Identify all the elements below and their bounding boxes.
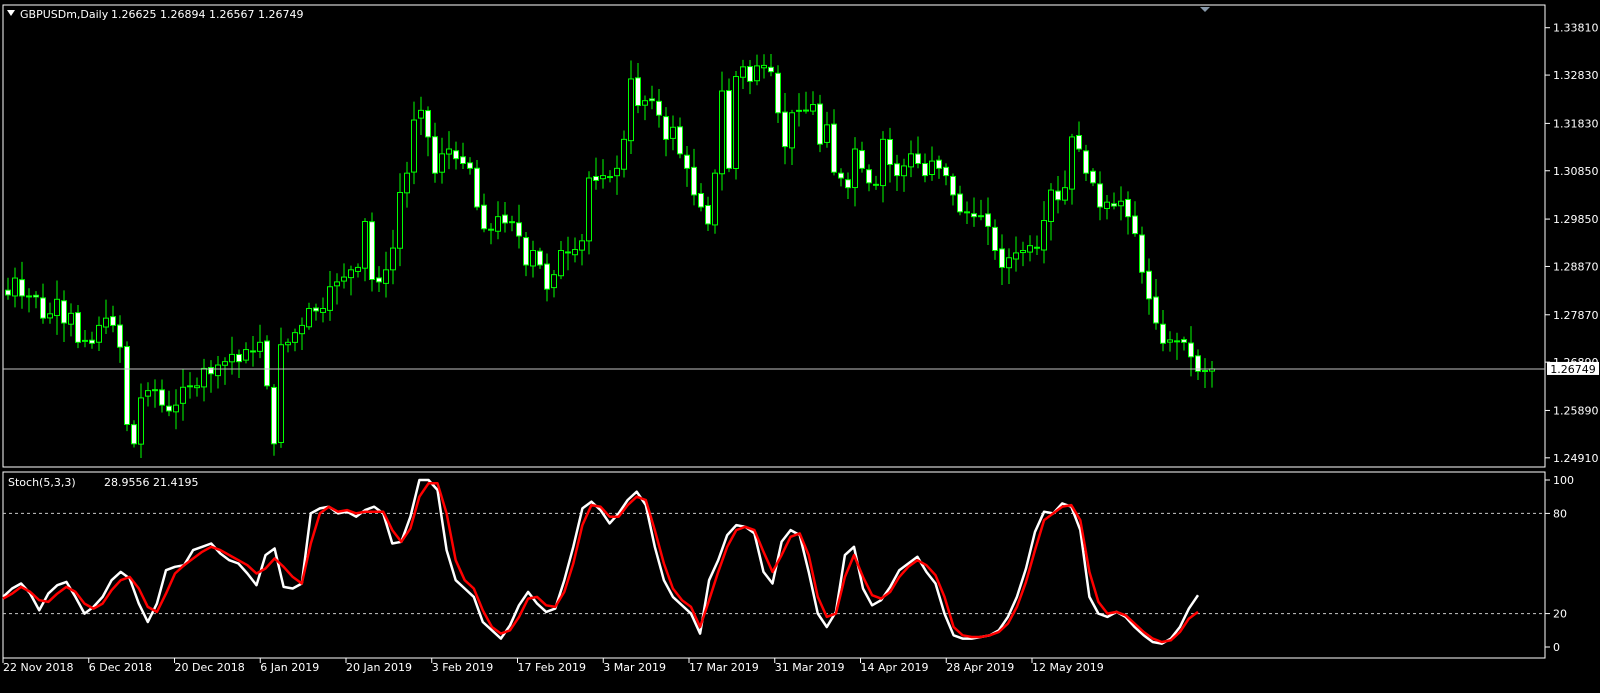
time-tick-label: 20 Jan 2019 [346,661,412,674]
price-tick-label: 1.32830 [1553,69,1599,82]
time-tick-label: 28 Apr 2019 [946,661,1014,674]
time-tick-label: 12 May 2019 [1032,661,1104,674]
candle [712,169,718,234]
stochastic-tick-label: 20 [1553,608,1567,621]
price-tick-label: 1.31830 [1553,117,1599,130]
time-tick-label: 17 Mar 2019 [689,661,759,674]
price-tick-label: 1.28870 [1553,260,1599,273]
price-tick-label: 1.25890 [1553,404,1599,417]
time-tick-label: 22 Nov 2018 [3,661,73,674]
time-tick-label: 14 Apr 2019 [861,661,929,674]
stochastic-tick-label: 80 [1553,507,1567,520]
time-tick-label: 20 Dec 2018 [175,661,245,674]
symbol-title: GBPUSDm,Daily [20,8,109,21]
ohlc-readout: 1.26625 1.26894 1.26567 1.26749 [111,8,303,21]
price-tick-label: 1.29850 [1553,213,1599,226]
time-tick-label: 31 Mar 2019 [775,661,845,674]
stochastic-readout: 28.9556 21.4195 [104,476,198,489]
time-tick-label: 17 Feb 2019 [518,661,586,674]
candle [278,327,284,448]
time-tick-label: 3 Mar 2019 [603,661,666,674]
stochastic-tick-label: 100 [1553,474,1574,487]
price-tick-label: 1.24910 [1553,452,1599,465]
price-tick-label: 1.27870 [1553,309,1599,322]
price-tick-label: 1.30850 [1553,165,1599,178]
candle [733,70,739,180]
time-tick-label: 6 Jan 2019 [260,661,319,674]
current-price-label: 1.26749 [1550,363,1596,376]
time-tick-label: 3 Feb 2019 [432,661,493,674]
chart-window: 1.33810 1.32830 1.31830 1.30850 1.29850 1.288… [0,0,1600,693]
stochastic-tick-label: 0 [1553,641,1560,654]
stochastic-title: Stoch(5,3,3) [8,476,76,489]
candle [369,212,375,292]
time-tick-label: 6 Dec 2018 [89,661,152,674]
candle [264,335,270,390]
candle [124,341,130,432]
price-tick-label: 1.33810 [1553,22,1599,35]
candle [726,78,732,173]
candle [131,420,137,448]
